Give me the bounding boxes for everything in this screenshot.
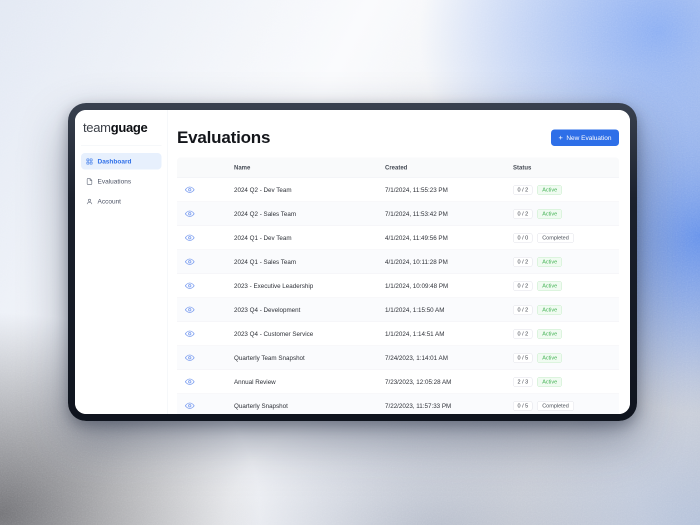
column-header-actions bbox=[177, 161, 234, 174]
status-badge: Active bbox=[537, 352, 563, 363]
eye-icon bbox=[185, 354, 195, 361]
logo-part-team: team bbox=[83, 120, 111, 135]
evaluation-created: 7/23/2023, 12:05:28 AM bbox=[385, 378, 452, 386]
table-row[interactable]: Quarterly Snapshot 7/22/2023, 11:57:33 P… bbox=[177, 394, 619, 414]
evaluation-created: 4/1/2024, 11:49:56 PM bbox=[385, 234, 448, 242]
evaluation-created: 7/1/2024, 11:53:42 PM bbox=[385, 210, 448, 218]
response-count-badge: 0 / 5 bbox=[513, 352, 533, 363]
app-logo: teamguage bbox=[81, 120, 162, 146]
table-row[interactable]: Quarterly Team Snapshot 7/24/2023, 1:14:… bbox=[177, 346, 619, 370]
response-count-badge: 0 / 2 bbox=[513, 256, 533, 267]
column-header-status: Status bbox=[513, 164, 532, 171]
column-header-created: Created bbox=[385, 164, 408, 171]
eye-icon bbox=[185, 402, 195, 409]
status-badge: Active bbox=[537, 280, 563, 291]
document-icon bbox=[86, 178, 93, 185]
evaluation-created: 7/22/2023, 11:57:33 PM bbox=[385, 402, 452, 410]
table-row[interactable]: 2023 Q4 - Development 1/1/2024, 1:15:50 … bbox=[177, 298, 619, 322]
evaluations-table: Name Created Status 2024 Q2 - Dev Team 7… bbox=[177, 157, 619, 414]
eye-icon bbox=[185, 306, 195, 313]
device-frame: teamguage Dashboard Evaluations Account bbox=[68, 103, 637, 421]
response-count-badge: 0 / 2 bbox=[513, 184, 533, 195]
eye-icon bbox=[185, 210, 195, 217]
sidebar-item-evaluations[interactable]: Evaluations bbox=[81, 173, 162, 190]
eye-icon bbox=[185, 258, 195, 265]
sidebar-nav: Dashboard Evaluations Account bbox=[81, 153, 162, 210]
view-evaluation-button[interactable] bbox=[184, 304, 196, 316]
response-count-badge: 2 / 3 bbox=[513, 376, 533, 387]
response-count-badge: 0 / 2 bbox=[513, 280, 533, 291]
eye-icon bbox=[185, 234, 195, 241]
app-screen: teamguage Dashboard Evaluations Account bbox=[75, 110, 630, 414]
page-header: Evaluations + New Evaluation bbox=[177, 128, 619, 148]
evaluation-created: 1/1/2024, 10:09:48 PM bbox=[385, 282, 449, 290]
main-content: Evaluations + New Evaluation Name Create… bbox=[168, 110, 630, 414]
status-badge: Active bbox=[537, 328, 563, 339]
evaluation-created: 7/24/2023, 1:14:01 AM bbox=[385, 354, 448, 362]
page-title: Evaluations bbox=[177, 128, 271, 147]
evaluation-name: 2023 Q4 - Development bbox=[234, 306, 301, 314]
status-badge: Completed bbox=[537, 400, 574, 411]
evaluation-name: Quarterly Snapshot bbox=[234, 402, 288, 410]
response-count-badge: 0 / 5 bbox=[513, 400, 533, 411]
status-badge: Active bbox=[537, 184, 563, 195]
evaluation-name: Quarterly Team Snapshot bbox=[234, 354, 305, 362]
table-row[interactable]: 2024 Q1 - Sales Team 4/1/2024, 10:11:28 … bbox=[177, 250, 619, 274]
table-row[interactable]: 2024 Q2 - Sales Team 7/1/2024, 11:53:42 … bbox=[177, 202, 619, 226]
eye-icon bbox=[185, 186, 195, 193]
view-evaluation-button[interactable] bbox=[184, 184, 196, 196]
evaluation-name: 2024 Q2 - Sales Team bbox=[234, 210, 297, 218]
evaluation-created: 7/1/2024, 11:55:23 PM bbox=[385, 186, 448, 194]
evaluation-created: 1/1/2024, 1:14:51 AM bbox=[385, 330, 445, 338]
table-row[interactable]: 2023 Q4 - Customer Service 1/1/2024, 1:1… bbox=[177, 322, 619, 346]
evaluation-name: 2024 Q1 - Sales Team bbox=[234, 258, 297, 266]
logo-part-guage: guage bbox=[110, 120, 148, 135]
eye-icon bbox=[185, 378, 195, 385]
view-evaluation-button[interactable] bbox=[184, 352, 196, 364]
view-evaluation-button[interactable] bbox=[184, 328, 196, 340]
response-count-badge: 0 / 2 bbox=[513, 208, 533, 219]
status-badge: Active bbox=[537, 208, 563, 219]
table-row[interactable]: 2023 - Executive Leadership 1/1/2024, 10… bbox=[177, 274, 619, 298]
status-badge: Active bbox=[537, 376, 563, 387]
sidebar: teamguage Dashboard Evaluations Account bbox=[75, 110, 168, 414]
evaluation-name: 2024 Q2 - Dev Team bbox=[234, 186, 292, 194]
table-header-row: Name Created Status bbox=[177, 157, 619, 178]
view-evaluation-button[interactable] bbox=[184, 208, 196, 220]
table-row[interactable]: 2024 Q1 - Dev Team 4/1/2024, 11:49:56 PM… bbox=[177, 226, 619, 250]
view-evaluation-button[interactable] bbox=[184, 376, 196, 388]
response-count-badge: 0 / 2 bbox=[513, 328, 533, 339]
evaluation-name: 2024 Q1 - Dev Team bbox=[234, 234, 292, 242]
sidebar-item-account[interactable]: Account bbox=[81, 193, 162, 210]
sidebar-item-label: Dashboard bbox=[97, 157, 132, 166]
view-evaluation-button[interactable] bbox=[184, 280, 196, 292]
column-header-name: Name bbox=[234, 164, 251, 171]
new-evaluation-label: New Evaluation bbox=[566, 134, 612, 142]
evaluation-created: 4/1/2024, 10:11:28 PM bbox=[385, 258, 448, 266]
evaluation-created: 1/1/2024, 1:15:50 AM bbox=[385, 306, 445, 314]
status-badge: Active bbox=[537, 304, 563, 315]
new-evaluation-button[interactable]: + New Evaluation bbox=[550, 129, 619, 146]
response-count-badge: 0 / 0 bbox=[513, 232, 533, 243]
user-icon bbox=[86, 198, 93, 204]
evaluation-name: Annual Review bbox=[234, 378, 276, 386]
sidebar-item-label: Account bbox=[97, 197, 121, 206]
eye-icon bbox=[185, 282, 195, 289]
view-evaluation-button[interactable] bbox=[184, 232, 196, 244]
table-body: 2024 Q2 - Dev Team 7/1/2024, 11:55:23 PM… bbox=[177, 178, 619, 414]
sidebar-item-dashboard[interactable]: Dashboard bbox=[81, 153, 162, 170]
evaluation-name: 2023 Q4 - Customer Service bbox=[234, 330, 314, 338]
plus-icon: + bbox=[558, 133, 563, 142]
dashboard-grid-icon bbox=[86, 158, 93, 165]
status-badge: Active bbox=[537, 256, 563, 267]
eye-icon bbox=[185, 330, 195, 337]
view-evaluation-button[interactable] bbox=[184, 256, 196, 268]
view-evaluation-button[interactable] bbox=[184, 400, 196, 412]
evaluation-name: 2023 - Executive Leadership bbox=[234, 282, 314, 290]
response-count-badge: 0 / 2 bbox=[513, 304, 533, 315]
sidebar-item-label: Evaluations bbox=[97, 177, 132, 186]
status-badge: Completed bbox=[537, 232, 574, 243]
table-row[interactable]: Annual Review 7/23/2023, 12:05:28 AM 2 /… bbox=[177, 370, 619, 394]
table-row[interactable]: 2024 Q2 - Dev Team 7/1/2024, 11:55:23 PM… bbox=[177, 178, 619, 202]
